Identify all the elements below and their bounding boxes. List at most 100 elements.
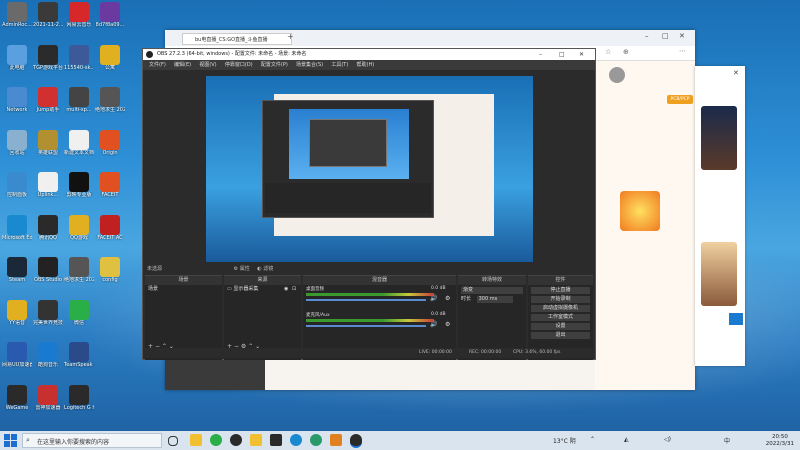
desktop-icon[interactable]: TGP游戏平台: [33, 44, 63, 71]
desktop-icon[interactable]: [95, 300, 125, 320]
desktop-icon[interactable]: 此电脑: [2, 44, 32, 71]
desktop-icon[interactable]: 完美世界竞技平台: [33, 299, 63, 326]
network-icon[interactable]: ◭: [624, 436, 629, 443]
taskbar-search-box[interactable]: ⌕ 在这里输入你要搜索的内容: [22, 433, 162, 448]
visibility-eye-icon[interactable]: ◉: [284, 285, 288, 293]
windows-start-icon[interactable]: [4, 434, 17, 447]
qq-game-icon[interactable]: [250, 434, 262, 446]
desktop-icon[interactable]: AdminRoc...: [2, 2, 32, 28]
obs-close-icon[interactable]: ✕: [579, 49, 584, 60]
desktop-icon[interactable]: 2021-11-2... 18:15:56...: [33, 2, 63, 28]
filters-button[interactable]: ◐ 滤镜: [257, 266, 273, 272]
desktop-icon[interactable]: 酷狗音乐: [33, 342, 63, 368]
menu-file[interactable]: 文件(F): [149, 60, 166, 70]
transition-select[interactable]: 渐变: [461, 287, 523, 294]
close-icon[interactable]: ✕: [679, 32, 685, 40]
sidebar-badge[interactable]: PCB/PCP: [667, 95, 693, 104]
desktop-icon[interactable]: FACEIT: [95, 172, 125, 198]
menu-view[interactable]: 视图(V): [199, 60, 216, 70]
edge-icon[interactable]: [290, 434, 302, 446]
desktop-icon[interactable]: 网易云音乐: [64, 2, 94, 28]
start-recording-button[interactable]: 开始录制: [531, 296, 590, 303]
desktop-icon[interactable]: FACEIT AC: [95, 214, 125, 241]
profile-avatar[interactable]: [609, 67, 625, 83]
volume-slider[interactable]: [306, 325, 426, 327]
settings-button[interactable]: 设置: [531, 323, 590, 330]
volume-icon[interactable]: ◁): [664, 436, 671, 443]
panel-blue-tag[interactable]: [729, 313, 743, 325]
taskbar-clock[interactable]: 20:50 2022/3/31: [766, 434, 794, 447]
desktop-icon[interactable]: 网易UU加速器: [2, 342, 32, 368]
maximize-icon[interactable]: □: [662, 32, 669, 40]
more-icon[interactable]: ⋯: [679, 47, 686, 55]
desktop-icon[interactable]: 公寓: [95, 44, 125, 71]
desktop-icon[interactable]: TeamSpeak 3: [64, 342, 94, 368]
browser-tab[interactable]: bu电直播_CS:GO直播_斗鱼直播: [182, 33, 292, 45]
desktop-icon[interactable]: Network: [2, 87, 32, 113]
desktop-icon[interactable]: 8d7f8a09...: [95, 2, 125, 28]
source-item[interactable]: ▭ 显示器采集 ◉ ⊡: [224, 285, 301, 293]
task-view-icon[interactable]: [168, 436, 178, 446]
desktop-icon[interactable]: 英雄联盟: [33, 129, 63, 156]
panel-close-icon[interactable]: ✕: [733, 69, 739, 77]
desktop-icon[interactable]: OBS Studio: [33, 257, 63, 283]
desktop-icon[interactable]: 腾讯QQ: [33, 214, 63, 241]
desktop-icon[interactable]: 绝地求生 2022030...: [64, 257, 94, 283]
desktop-icon[interactable]: [95, 385, 125, 405]
camera-app-icon[interactable]: [270, 434, 282, 446]
tray-expand-icon[interactable]: ⌃: [590, 436, 595, 443]
desktop-icon[interactable]: YY语音: [2, 299, 32, 326]
desktop-icon[interactable]: Steam: [2, 257, 32, 283]
app-orange-icon[interactable]: [330, 434, 342, 446]
desktop-icon[interactable]: Microsoft Edge: [2, 214, 32, 241]
volume-slider[interactable]: [306, 299, 426, 301]
desktop-icon[interactable]: Uplink...: [33, 172, 63, 198]
wechat-icon[interactable]: [210, 434, 222, 446]
menu-edit[interactable]: 编辑(E): [174, 60, 191, 70]
stop-streaming-button[interactable]: 停止直播: [531, 287, 590, 294]
desktop-icon[interactable]: Jump助手: [33, 87, 63, 113]
obs-minimize-icon[interactable]: –: [539, 49, 542, 60]
desktop-icon[interactable]: Logitech G HUB: [64, 384, 94, 411]
desktop-icon[interactable]: 雷神加速器: [33, 384, 63, 411]
obs-window[interactable]: OBS 27.2.3 (64-bit, windows) - 配置文件: 未命名…: [142, 48, 596, 360]
desktop-icon[interactable]: 115540-sk...: [64, 44, 94, 71]
ime-indicator[interactable]: 中: [724, 436, 730, 445]
speaker-icon[interactable]: 🔊: [430, 321, 437, 328]
desktop-icon[interactable]: 绝地求生 2021102...: [95, 87, 125, 113]
obs-maximize-icon[interactable]: □: [559, 49, 565, 60]
desktop-icon[interactable]: 新建文本文档: [64, 129, 94, 156]
properties-button[interactable]: ⚙ 属性: [234, 266, 250, 272]
menu-docks[interactable]: 停靠窗口(D): [225, 60, 253, 70]
collections-icon[interactable]: ⊕: [623, 48, 629, 56]
obs-taskbar-icon[interactable]: [350, 434, 362, 448]
scene-item[interactable]: 场景: [145, 285, 222, 293]
weather-text[interactable]: 13°C 阴: [553, 436, 576, 445]
channel-settings-icon[interactable]: ⚙: [445, 295, 450, 302]
menu-tools[interactable]: 工具(T): [331, 60, 348, 70]
desktop-icon[interactable]: 回收站: [2, 129, 32, 156]
studio-mode-button[interactable]: 工作室模式: [531, 314, 590, 321]
desktop-icon[interactable]: multi-sp...: [64, 87, 94, 113]
desktop-icon[interactable]: Origin: [95, 129, 125, 156]
edge-dev-icon[interactable]: [310, 434, 322, 446]
new-tab-icon[interactable]: +: [287, 32, 294, 41]
menu-help[interactable]: 帮助(H): [357, 60, 375, 70]
file-explorer-icon[interactable]: [190, 434, 202, 446]
channel-settings-icon[interactable]: ⚙: [445, 321, 450, 328]
menu-profile[interactable]: 配置文件(P): [261, 60, 288, 70]
qq-icon[interactable]: [230, 434, 242, 446]
duration-input[interactable]: 300 ms: [476, 296, 513, 303]
desktop-icon[interactable]: 控制面板: [2, 172, 32, 198]
exit-button[interactable]: 退出: [531, 332, 590, 339]
menu-scene-collection[interactable]: 场景集合(S): [296, 60, 323, 70]
desktop-icon[interactable]: WeGame: [2, 384, 32, 411]
desktop-icon[interactable]: [95, 342, 125, 362]
side-chat-panel[interactable]: ✕: [695, 66, 745, 366]
obs-preview[interactable]: [206, 76, 533, 262]
desktop-icon[interactable]: QQ游戏: [64, 214, 94, 241]
lock-icon[interactable]: ⊡: [292, 285, 296, 293]
start-virtual-camera-button[interactable]: 启动虚拟摄像机: [531, 305, 590, 312]
minimize-icon[interactable]: –: [645, 32, 649, 40]
desktop-icon[interactable]: 剪映专业版: [64, 172, 94, 198]
